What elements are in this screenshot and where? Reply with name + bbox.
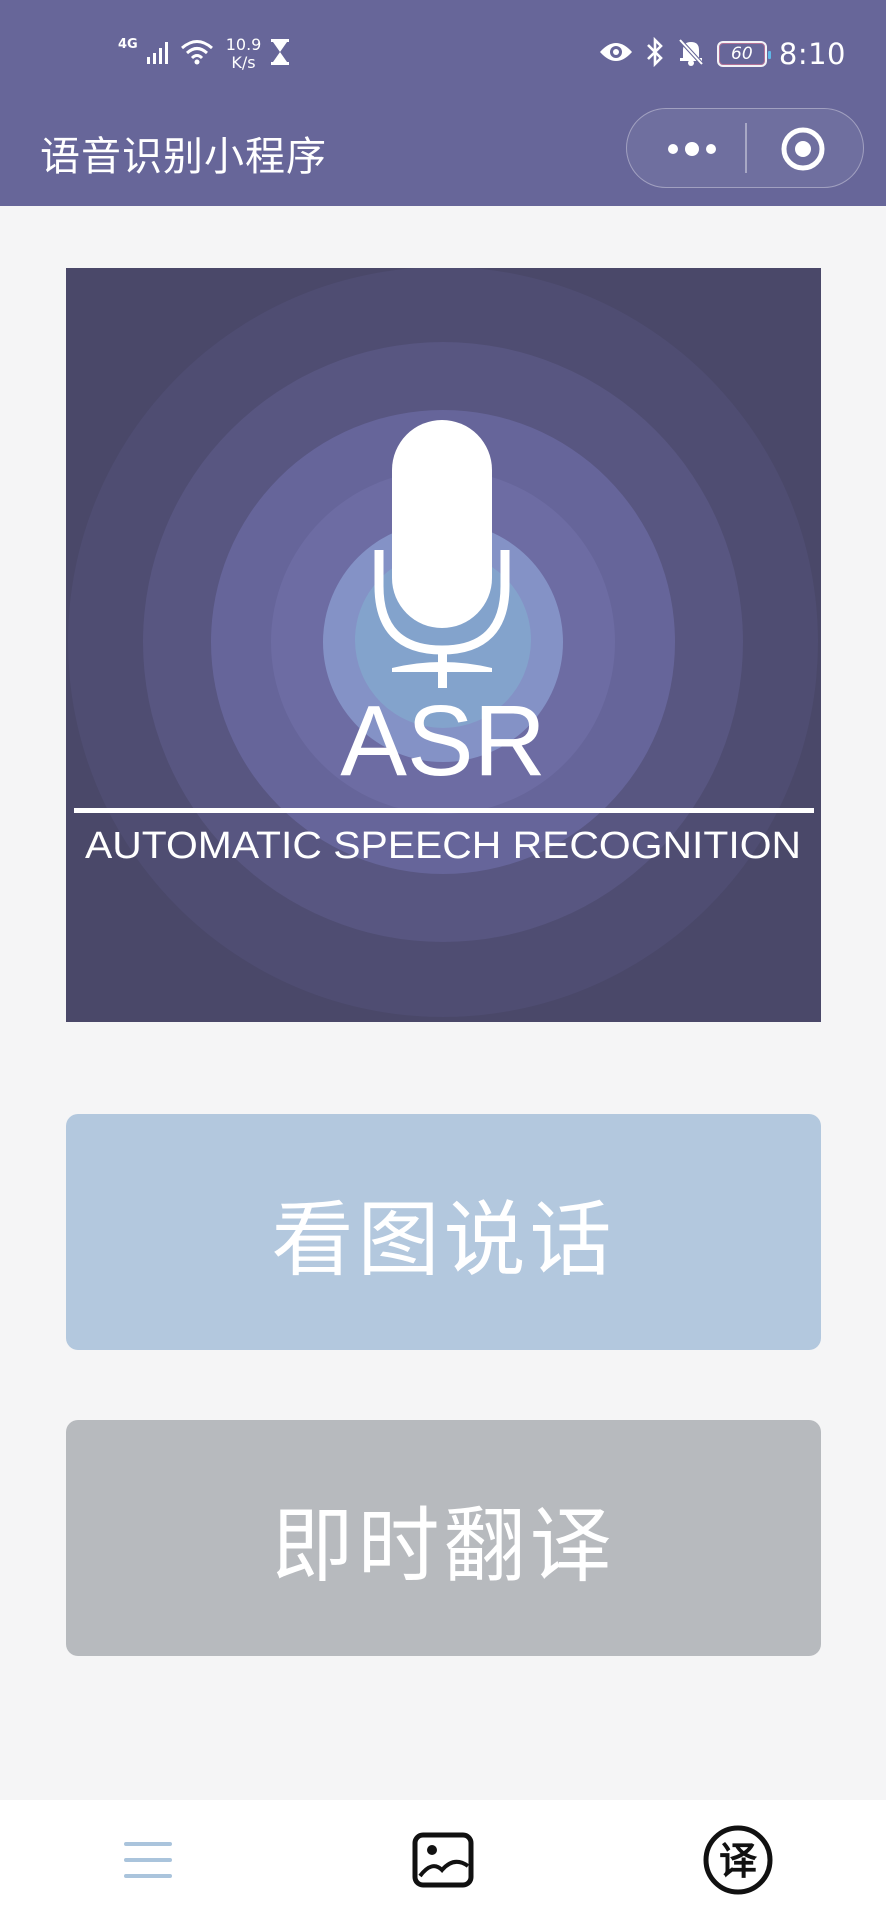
status-left: 4G 10.9 K/s (118, 34, 291, 74)
bluetooth-icon (645, 36, 665, 71)
image-icon (412, 1832, 474, 1888)
tab-bar: 译 (0, 1800, 886, 1920)
wifi-icon (180, 38, 214, 70)
instant-translate-label: 即时翻译 (271, 1498, 616, 1594)
speed-value: 10.9 (225, 35, 262, 54)
signal-icon (146, 39, 172, 69)
eye-icon (599, 40, 633, 68)
page-title: 语音识别小程序 (40, 134, 327, 180)
clock: 8:10 (778, 37, 846, 71)
battery-level: 60 (731, 44, 753, 64)
instant-translate-button[interactable]: 即时翻译 (66, 1420, 821, 1656)
speed-unit: K/s (231, 53, 256, 72)
network-type: 4G (118, 36, 138, 52)
more-dots-icon (668, 142, 716, 156)
translate-icon: 译 (703, 1825, 773, 1895)
tab-menu[interactable] (88, 1820, 208, 1900)
network-speed: 10.9 K/s (226, 36, 262, 72)
mini-program-capsule (626, 108, 864, 188)
tab-translate[interactable]: 译 (678, 1820, 798, 1900)
picture-talk-label: 看图说话 (271, 1192, 616, 1288)
hero-main-text: ASR (340, 685, 546, 797)
close-target-icon (781, 127, 825, 171)
picture-talk-button[interactable]: 看图说话 (66, 1114, 821, 1350)
more-button[interactable] (657, 127, 727, 171)
asr-banner-image: ASR AUTOMATIC SPEECH RECOGNITION (66, 268, 821, 1022)
status-right: 60 8:10 (599, 34, 846, 74)
hourglass-icon (269, 38, 291, 70)
hero-sub-text: AUTOMATIC SPEECH RECOGNITION (85, 825, 801, 867)
header: 4G 10.9 K/s 60 8:10 语音识别小程序 (0, 0, 886, 206)
menu-icon (124, 1842, 172, 1878)
status-bar: 4G 10.9 K/s 60 8:10 (0, 0, 886, 106)
tab-image[interactable] (383, 1820, 503, 1900)
battery-indicator: 60 (716, 41, 771, 67)
close-button[interactable] (779, 125, 827, 173)
capsule-divider (745, 123, 747, 173)
translate-glyph: 译 (719, 1839, 758, 1883)
mute-bell-icon (677, 37, 705, 71)
